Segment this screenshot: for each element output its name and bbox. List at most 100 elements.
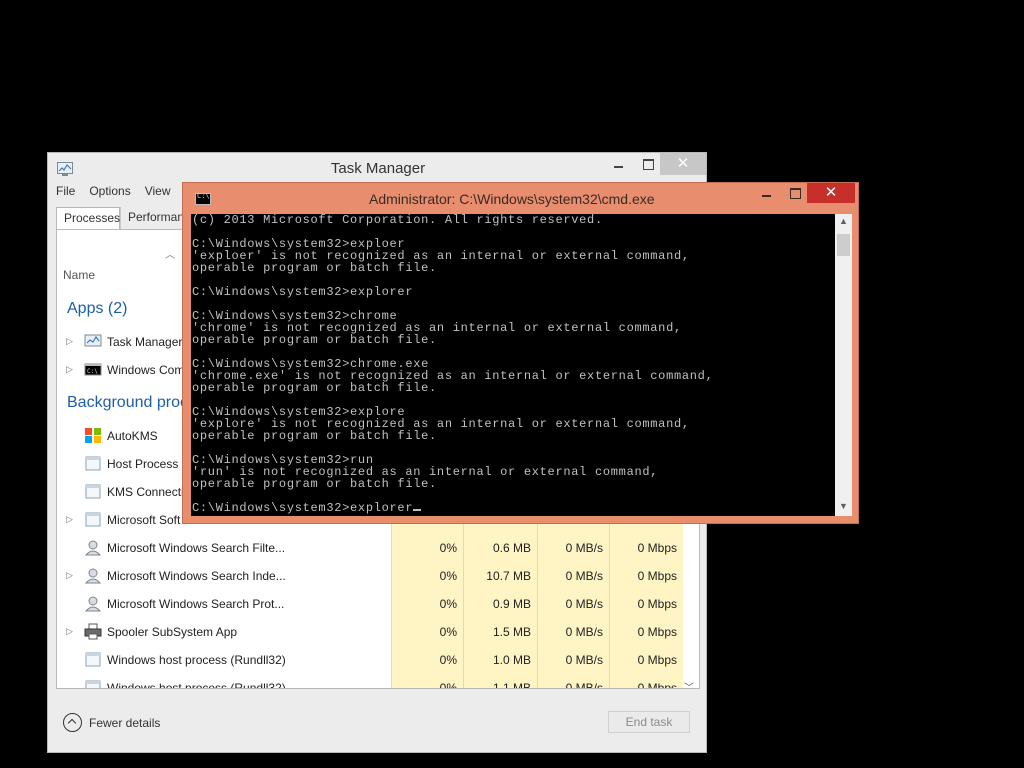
- console-line: operable program or batch file.: [192, 262, 713, 274]
- process-name: Host Process f: [107, 457, 186, 471]
- process-name: Microsoft Windows Search Prot...: [107, 597, 285, 611]
- console-line-text: operable program or batch file.: [192, 477, 437, 491]
- console-line-text: operable program or batch file.: [192, 429, 437, 443]
- column-header-name[interactable]: Name: [63, 268, 95, 282]
- console-line: operable program or batch file.: [192, 430, 713, 442]
- disk-value: 0 MB/s: [565, 541, 603, 555]
- search-service-icon: [84, 540, 102, 556]
- console-line-text: C:\Windows\system32>explorer: [192, 285, 414, 299]
- process-name: Microsoft Windows Search Filte...: [107, 541, 286, 555]
- process-name: Windows host process (Rundll32): [107, 653, 286, 667]
- console-line: (c) 2013 Microsoft Corporation. All righ…: [192, 214, 713, 226]
- cpu-value: 0%: [439, 681, 457, 689]
- printer-icon: [84, 623, 102, 640]
- search-service-icon: [84, 596, 102, 612]
- vertical-scrollbar[interactable]: ▲ ▼: [835, 214, 852, 516]
- memory-value: 0.6 MB: [492, 541, 531, 555]
- console-line-text: operable program or batch file.: [192, 261, 437, 275]
- network-value: 0 Mbps: [637, 569, 677, 583]
- console-line: operable program or batch file.: [192, 382, 713, 394]
- group-background-processes: Background proc: [67, 394, 188, 411]
- close-icon: ✕: [824, 184, 838, 201]
- fewer-details-label: Fewer details: [89, 715, 161, 730]
- svg-text:C:\: C:\: [87, 368, 98, 375]
- close-button[interactable]: ✕: [660, 153, 706, 175]
- cmd-maximize-button[interactable]: [780, 183, 808, 203]
- expand-arrow-icon[interactable]: ▷: [66, 570, 73, 581]
- menu-view[interactable]: View: [145, 184, 171, 204]
- window-icon: [85, 680, 101, 688]
- window-icon: [85, 652, 101, 667]
- window-icon: [85, 456, 101, 471]
- console-line: operable program or batch file.: [192, 478, 713, 490]
- text-cursor: [413, 509, 422, 511]
- console-line-text: operable program or batch file.: [192, 333, 437, 347]
- task-manager-icon: [84, 334, 102, 347]
- process-name: Microsoft Soft: [107, 513, 181, 527]
- cmd-icon-text: C:\: [197, 192, 210, 200]
- memory-value: 1.0 MB: [492, 653, 531, 667]
- scrollbar-thumb[interactable]: [837, 234, 850, 256]
- window-icon: [85, 512, 101, 527]
- memory-value: 0.9 MB: [492, 597, 531, 611]
- process-row[interactable]: Windows host process (Rundll32) 0% 1.1 M…: [57, 674, 685, 689]
- expand-arrow-icon[interactable]: ▷: [66, 626, 73, 637]
- process-row[interactable]: Microsoft Windows Search Prot... 0% 0.9 …: [57, 590, 685, 618]
- cpu-value: 0%: [439, 597, 457, 611]
- search-service-icon: [84, 568, 102, 584]
- scroll-up-arrow-icon[interactable]: ▲: [839, 216, 848, 226]
- process-row[interactable]: ▷ Microsoft Windows Search Inde... 0% 10…: [57, 562, 685, 590]
- process-name: KMS Connecti: [107, 485, 184, 499]
- expand-arrow-icon[interactable]: ▷: [66, 336, 73, 347]
- expand-arrow-icon[interactable]: ▷: [66, 514, 73, 525]
- memory-value: 1.1 MB: [492, 681, 531, 689]
- cmd-minimize-button[interactable]: [752, 183, 780, 203]
- scroll-down-arrow-icon[interactable]: ▼: [839, 501, 848, 511]
- disk-value: 0 MB/s: [565, 597, 603, 611]
- minimize-button[interactable]: [604, 153, 634, 175]
- cmd-titlebar[interactable]: C:\ Administrator: C:\Windows\system32\c…: [183, 183, 858, 213]
- memory-value: 10.7 MB: [486, 569, 531, 583]
- cpu-value: 0%: [439, 569, 457, 583]
- process-name: Windows Com: [107, 363, 185, 377]
- fewer-details-button[interactable]: Fewer details: [63, 713, 160, 732]
- process-name: Task Manager: [107, 335, 183, 349]
- cmd-close-button[interactable]: ✕: [807, 183, 855, 203]
- console-line-text: (c) 2013 Microsoft Corporation. All righ…: [192, 214, 603, 227]
- process-name: Windows host process (Rundll32): [107, 681, 286, 689]
- console-lines: (c) 2013 Microsoft Corporation. All righ…: [192, 214, 713, 514]
- process-name: Spooler SubSystem App: [107, 625, 238, 639]
- disk-value: 0 MB/s: [565, 653, 603, 667]
- network-value: 0 Mbps: [637, 541, 677, 555]
- end-task-button[interactable]: End task: [608, 711, 690, 733]
- maximize-button[interactable]: [633, 153, 663, 175]
- process-row[interactable]: Windows host process (Rundll32) 0% 1.0 M…: [57, 646, 685, 674]
- disk-value: 0 MB/s: [565, 569, 603, 583]
- footer: Fewer details End task: [48, 693, 706, 753]
- network-value: 0 Mbps: [637, 597, 677, 611]
- console-line: operable program or batch file.: [192, 334, 713, 346]
- disk-value: 0 MB/s: [565, 625, 603, 639]
- task-manager-titlebar[interactable]: Task Manager ✕: [48, 153, 706, 183]
- scroll-down-arrow-icon[interactable]: ﹀: [684, 679, 694, 694]
- memory-value: 1.5 MB: [492, 625, 531, 639]
- process-row[interactable]: ▷ Spooler SubSystem App 0% 1.5 MB 0 MB/s…: [57, 618, 685, 646]
- group-apps: Apps (2): [67, 300, 128, 317]
- process-row[interactable]: Microsoft Windows Search Filte... 0% 0.6…: [57, 534, 685, 562]
- console-line: C:\Windows\system32>explorer: [192, 502, 713, 514]
- sort-chevron-up-icon[interactable]: ︿: [165, 246, 175, 261]
- tab-processes[interactable]: Processes: [56, 207, 120, 230]
- network-value: 0 Mbps: [637, 653, 677, 667]
- chevron-up-circle-icon: [63, 713, 82, 732]
- cpu-value: 0%: [439, 653, 457, 667]
- menu-options[interactable]: Options: [89, 184, 130, 204]
- cmd-icon: C:\: [84, 363, 102, 376]
- console-output[interactable]: (c) 2013 Microsoft Corporation. All righ…: [191, 214, 835, 516]
- console-line: C:\Windows\system32>explorer: [192, 286, 713, 298]
- menu-file[interactable]: File: [56, 184, 75, 204]
- close-icon: ✕: [676, 155, 690, 172]
- console-line-text: C:\Windows\system32>explorer: [192, 501, 414, 515]
- expand-arrow-icon[interactable]: ▷: [66, 364, 73, 375]
- menu-bar: File Options View: [56, 184, 171, 204]
- process-name: AutoKMS: [107, 429, 158, 443]
